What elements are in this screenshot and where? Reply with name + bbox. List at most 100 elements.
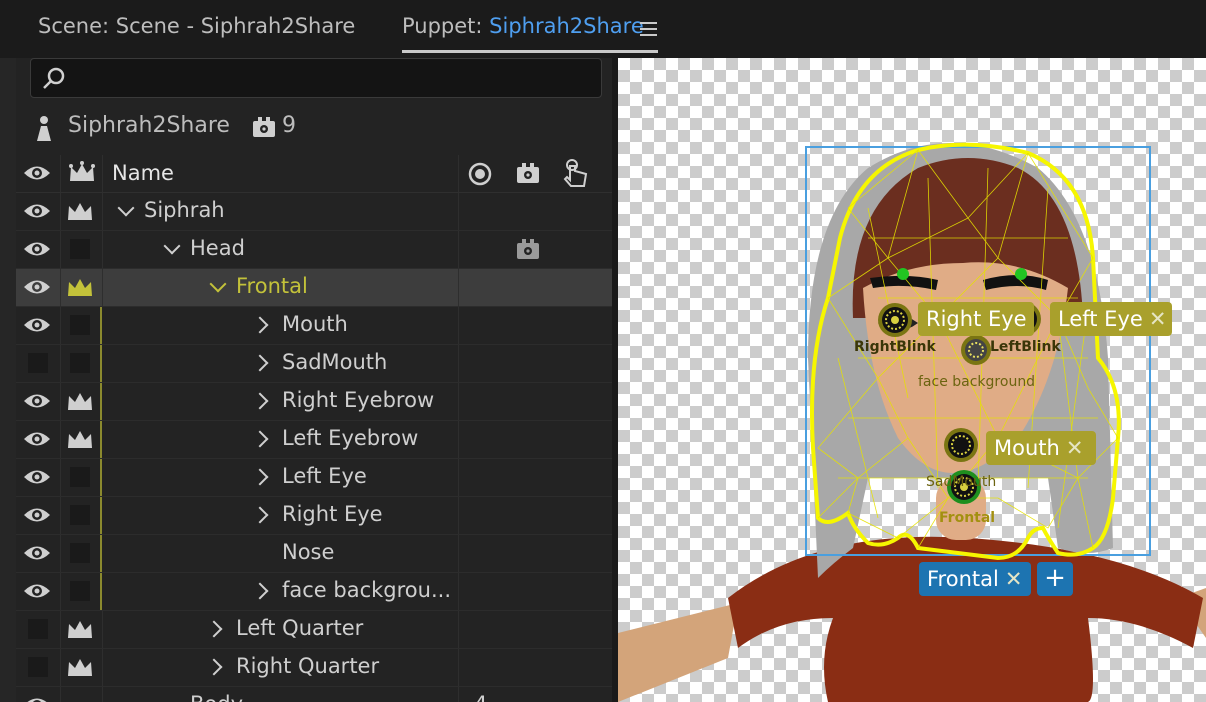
crown-icon[interactable] xyxy=(66,617,94,642)
layer-row-sadmouth[interactable]: SadMouth xyxy=(16,345,612,383)
layer-label: Right Eye xyxy=(282,502,383,526)
tab-scene[interactable]: Scene: Scene - Siphrah2Share xyxy=(38,14,355,38)
eye-visible-icon[interactable] xyxy=(22,503,52,528)
trigger-column-icon[interactable] xyxy=(562,158,590,188)
layer-row-left-eye[interactable]: Left Eye xyxy=(16,459,612,497)
crown-icon[interactable] xyxy=(66,655,94,680)
eye-column-icon[interactable] xyxy=(22,162,52,184)
behavior-icon[interactable] xyxy=(516,238,540,260)
active-tab-indicator xyxy=(402,50,658,53)
behavior-column-icon[interactable] xyxy=(516,162,540,184)
layer-row-head[interactable]: Head xyxy=(16,231,612,269)
chevron-right-icon[interactable] xyxy=(251,582,269,600)
chevron-right-icon[interactable] xyxy=(205,658,223,676)
tag-left-eye[interactable]: Left Eye ✕ xyxy=(1050,302,1172,336)
chevron-right-icon[interactable] xyxy=(251,430,269,448)
eye-visible-icon[interactable] xyxy=(22,541,52,566)
tag-frontal[interactable]: Frontal ✕ xyxy=(919,562,1031,596)
tab-puppet-name: Siphrah2Share xyxy=(489,14,644,38)
column-name-header[interactable]: Name xyxy=(112,161,174,185)
layer-label: Right Quarter xyxy=(236,654,380,678)
chevron-right-icon[interactable] xyxy=(251,354,269,372)
crown-icon[interactable] xyxy=(66,427,94,452)
puppet-artwork xyxy=(618,142,1206,702)
close-icon[interactable]: ✕ xyxy=(1066,436,1084,460)
eye-toggle-hidden[interactable] xyxy=(28,657,48,677)
crown-icon[interactable] xyxy=(66,275,94,300)
puppet-figure-icon xyxy=(37,116,51,141)
tag-mouth-label: Mouth xyxy=(994,436,1060,460)
crown-toggle-empty[interactable] xyxy=(70,353,90,373)
layer-label: Body xyxy=(190,692,243,702)
hamburger-menu-icon[interactable] xyxy=(640,22,657,36)
layer-row-right-eye[interactable]: Right Eye xyxy=(16,497,612,535)
crown-toggle-empty[interactable] xyxy=(70,505,90,525)
crown-toggle-empty[interactable] xyxy=(70,581,90,601)
chevron-right-icon[interactable] xyxy=(205,620,223,638)
eye-visible-icon[interactable] xyxy=(22,313,52,338)
handle-label-sad-mouth: SadMouth xyxy=(926,474,997,490)
layer-row-right-eyebrow[interactable]: Right Eyebrow xyxy=(16,383,612,421)
chevron-right-icon[interactable] xyxy=(251,316,269,334)
tag-right-eye[interactable]: Right Eye xyxy=(918,302,1034,336)
plus-icon: + xyxy=(1044,563,1066,593)
crown-icon[interactable] xyxy=(66,199,94,224)
eye-visible-icon[interactable] xyxy=(22,275,52,300)
eye-visible-icon[interactable] xyxy=(22,427,52,452)
layer-row-frontal[interactable]: Frontal xyxy=(16,269,612,307)
crown-toggle-empty[interactable] xyxy=(70,315,90,335)
eye-visible-icon[interactable] xyxy=(22,237,52,262)
layer-row-nose[interactable]: Nose xyxy=(16,535,612,573)
tag-mouth[interactable]: Mouth ✕ xyxy=(986,431,1096,465)
handle-label-face-background: face background xyxy=(918,374,1036,390)
crown-toggle-empty[interactable] xyxy=(70,239,90,259)
layer-label: Nose xyxy=(282,540,335,564)
eye-visible-icon[interactable] xyxy=(22,579,52,604)
eye-visible-icon[interactable] xyxy=(22,693,52,702)
layer-label: SadMouth xyxy=(282,350,388,374)
layer-row-mouth[interactable]: Mouth xyxy=(16,307,612,345)
tab-scene-label: Scene: Scene - Siphrah2Share xyxy=(38,14,356,38)
layer-row-left-eyebrow[interactable]: Left Eyebrow xyxy=(16,421,612,459)
chevron-right-icon[interactable] xyxy=(251,392,269,410)
eye-visible-icon[interactable] xyxy=(22,389,52,414)
eye-visible-icon[interactable] xyxy=(22,465,52,490)
layer-label: Frontal xyxy=(236,274,308,298)
search-input[interactable] xyxy=(30,58,602,98)
layer-row-siphrah[interactable]: Siphrah xyxy=(16,193,612,231)
crown-toggle-empty[interactable] xyxy=(70,543,90,563)
handle-label-left-blink: LeftBlink xyxy=(990,339,1061,355)
panel-tab-bar: Scene: Scene - Siphrah2Share Puppet: Sip… xyxy=(0,0,1206,58)
layer-row-left-quarter[interactable]: Left Quarter xyxy=(16,611,612,649)
crown-icon[interactable] xyxy=(66,389,94,414)
layer-label: Left Eye xyxy=(282,464,367,488)
tag-frontal-label: Frontal xyxy=(927,567,999,591)
close-icon[interactable]: ✕ xyxy=(1005,567,1023,591)
eye-toggle-hidden[interactable] xyxy=(28,353,48,373)
handle-label-right-blink: RightBlink xyxy=(854,339,936,355)
layer-row-right-quarter[interactable]: Right Quarter xyxy=(16,649,612,687)
chevron-right-icon[interactable] xyxy=(251,506,269,524)
layer-row-face-background[interactable]: face backgrou... xyxy=(16,573,612,611)
puppet-stage-canvas[interactable]: RightBlink LeftBlink face background Sad… xyxy=(618,58,1206,702)
handle-column-icon[interactable] xyxy=(468,162,492,186)
eye-visible-icon[interactable] xyxy=(22,199,52,224)
close-icon[interactable]: ✕ xyxy=(1149,307,1167,331)
chevron-down-icon[interactable] xyxy=(117,199,135,217)
eye-toggle-hidden[interactable] xyxy=(28,619,48,639)
layer-row-body[interactable]: Body 4 xyxy=(16,687,612,702)
add-tag-button[interactable]: + xyxy=(1037,562,1073,596)
tab-puppet[interactable]: Puppet: Siphrah2Share xyxy=(402,14,644,38)
puppet-name: Siphrah2Share xyxy=(68,113,230,138)
search-icon xyxy=(43,67,65,89)
chevron-right-icon[interactable] xyxy=(251,468,269,486)
left-dock-edge xyxy=(0,58,16,702)
layer-label: Left Eyebrow xyxy=(282,426,419,450)
layer-list-header: Name xyxy=(16,155,612,193)
chevron-down-icon[interactable] xyxy=(209,275,227,293)
layer-label: Siphrah xyxy=(144,198,225,222)
tag-right-eye-label: Right Eye xyxy=(926,307,1027,331)
chevron-down-icon[interactable] xyxy=(163,237,181,255)
crown-column-icon[interactable] xyxy=(68,161,96,185)
crown-toggle-empty[interactable] xyxy=(70,467,90,487)
